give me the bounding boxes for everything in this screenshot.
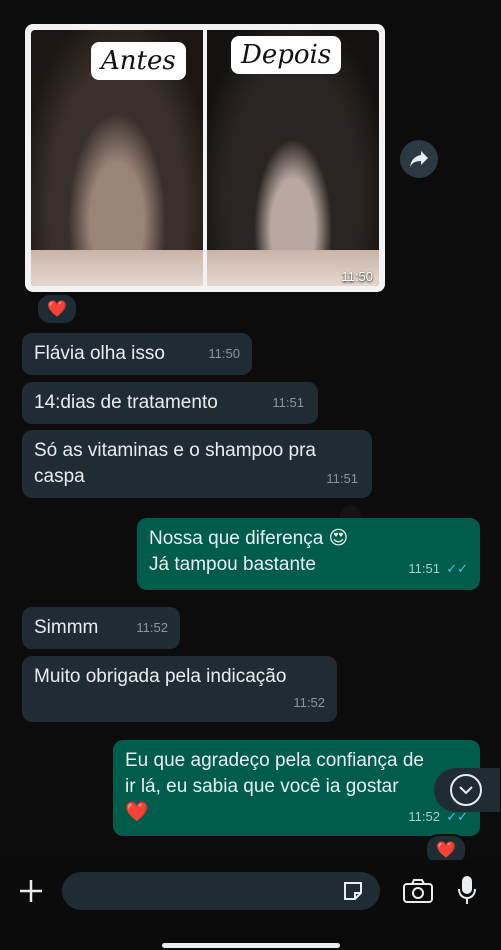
message-text-line: Só as vitaminas e o shampoo pra <box>34 440 316 461</box>
voice-button[interactable] <box>452 872 482 908</box>
chevron-down-icon <box>450 774 482 806</box>
outgoing-message[interactable]: Eu que agradeço pela confiança de ir lá,… <box>113 740 480 836</box>
heart-icon: ❤️ <box>436 842 456 859</box>
read-receipt-icon: ✓✓ <box>446 561 468 576</box>
sticker-icon <box>344 882 362 900</box>
camera-icon <box>403 879 433 903</box>
forward-button[interactable] <box>400 140 438 178</box>
message-text: Simmm <box>34 617 99 638</box>
message-time: 11:50 <box>341 269 373 284</box>
chat-area[interactable]: Antes Depois 11:50 ❤️ Flávia olha isso 1… <box>0 0 501 866</box>
before-after-photo: Antes Depois <box>31 30 379 286</box>
message-time: 11:51 <box>408 561 440 576</box>
after-label: Depois <box>231 36 342 74</box>
incoming-message[interactable]: 14:dias de tratamento 11:51 <box>22 382 318 424</box>
before-label: Antes <box>91 42 186 80</box>
heart-icon: ❤️ <box>47 301 67 318</box>
message-time: 11:51 <box>272 395 304 410</box>
microphone-icon <box>458 876 476 904</box>
incoming-message[interactable]: Simmm 11:52 <box>22 607 180 649</box>
message-time: 11:50 <box>208 346 240 361</box>
outgoing-message[interactable]: Nossa que diferença 😍 Já tampou bastante… <box>137 518 480 590</box>
reaction-badge[interactable]: ❤️ <box>36 293 78 325</box>
message-time: 11:52 <box>136 620 168 635</box>
message-time: 11:52 <box>408 809 440 824</box>
message-text: Flávia olha isso <box>34 343 165 364</box>
incoming-message[interactable]: Muito obrigada pela indicação 11:52 <box>22 656 337 722</box>
message-text-line: caspa <box>34 466 85 487</box>
message-text-line: Eu que agradeço pela confiança de <box>125 750 424 771</box>
incoming-message[interactable]: Só as vitaminas e o shampoo pra caspa 11… <box>22 430 372 498</box>
message-text: 14:dias de tratamento <box>34 392 218 413</box>
incoming-message[interactable]: Flávia olha isso 11:50 <box>22 333 252 375</box>
message-text: Muito obrigada pela indicação <box>34 666 287 687</box>
before-photo: Antes <box>31 30 203 286</box>
scroll-to-bottom-button[interactable] <box>434 768 500 812</box>
sticker-button[interactable] <box>338 876 368 906</box>
message-time: 11:51 <box>326 471 358 486</box>
forward-icon <box>410 151 428 167</box>
message-text-line: Nossa que diferença 😍 <box>149 528 349 549</box>
message-input[interactable] <box>62 872 380 910</box>
attach-button[interactable] <box>14 874 48 908</box>
message-time: 11:52 <box>293 695 325 710</box>
image-message[interactable]: Antes Depois 11:50 <box>25 24 385 292</box>
camera-button[interactable] <box>400 874 436 908</box>
after-photo: Depois <box>207 30 379 286</box>
plus-icon <box>20 880 42 902</box>
composer-bar <box>0 860 501 950</box>
home-indicator <box>162 943 340 948</box>
message-text-line: ir lá, eu sabia que você ia gostar <box>125 776 399 797</box>
